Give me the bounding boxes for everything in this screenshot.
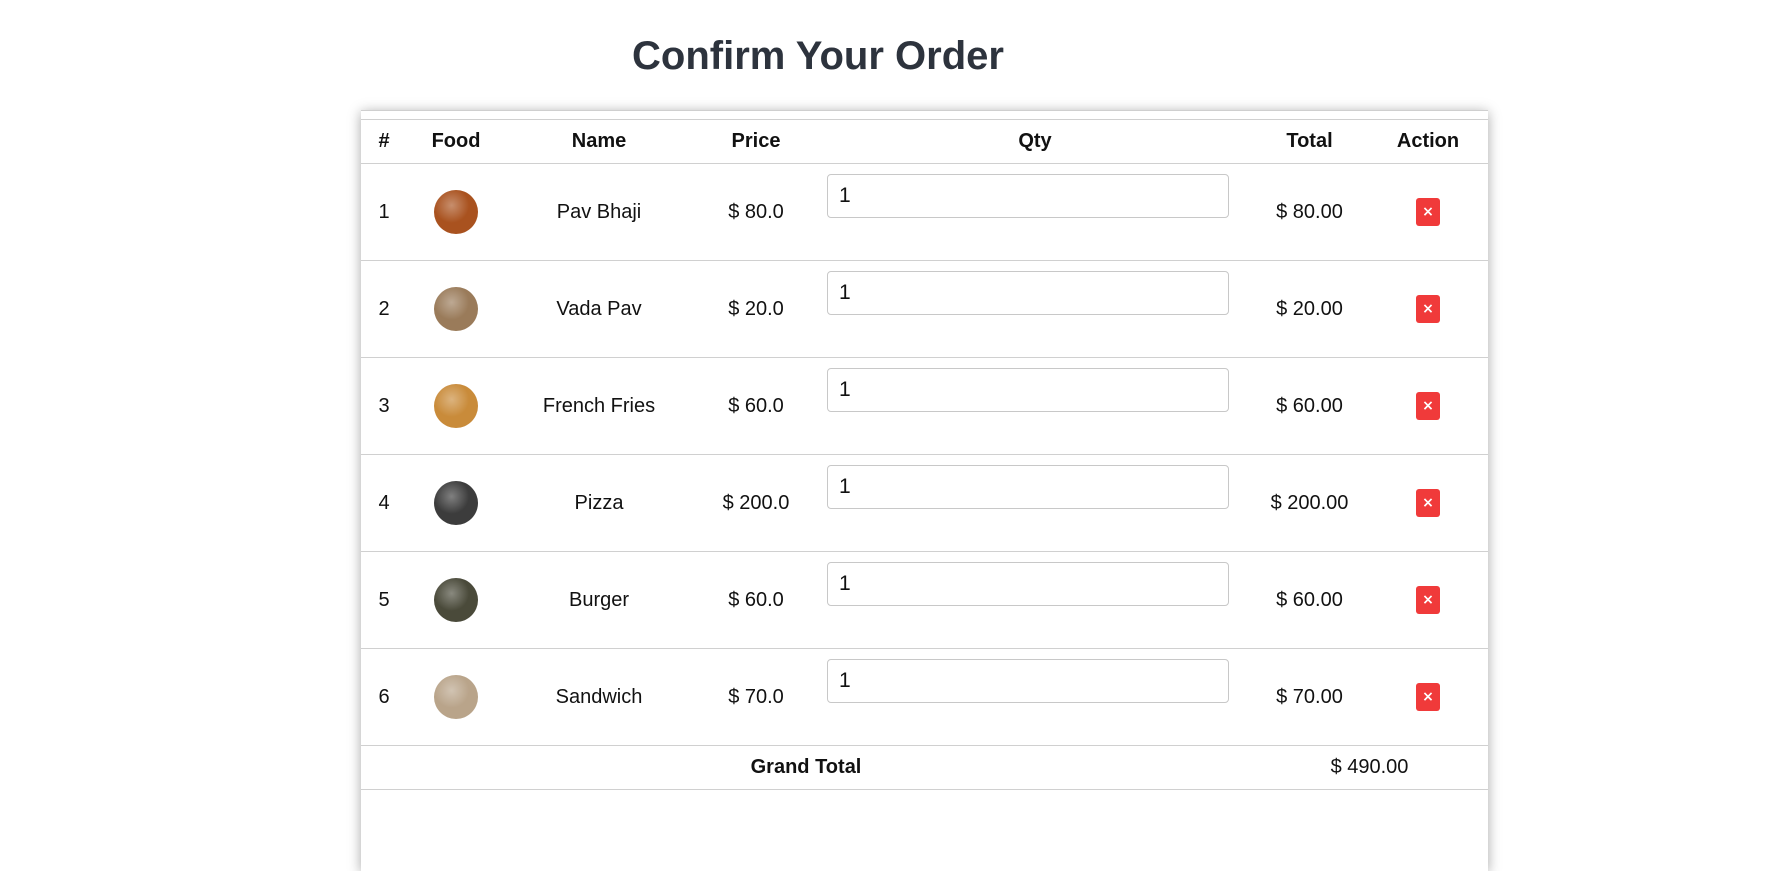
- qty-input[interactable]: [827, 271, 1229, 315]
- vada-pav-image: [434, 287, 478, 331]
- close-icon: ×: [1422, 689, 1434, 705]
- grand-total-row: Grand Total $ 490.00: [361, 745, 1488, 790]
- remove-item-button[interactable]: ×: [1416, 392, 1440, 420]
- table-row: 5 Burger $ 60.0 $ 60.00 ×: [361, 551, 1488, 649]
- order-card: # Food Name Price Qty Total Action 1 Pav…: [361, 110, 1488, 871]
- row-name: Vada Pav: [505, 260, 693, 358]
- header-total: Total: [1251, 119, 1368, 164]
- row-name: Sandwich: [505, 648, 693, 746]
- row-price: $ 200.0: [693, 454, 819, 552]
- table-row: 2 Vada Pav $ 20.0 $ 20.00 ×: [361, 260, 1488, 358]
- table-row: 6 Sandwich $ 70.0 $ 70.00 ×: [361, 648, 1488, 746]
- grand-total-label: Grand Total: [361, 745, 1251, 790]
- row-total: $ 60.00: [1251, 357, 1368, 455]
- header-name: Name: [505, 119, 693, 164]
- header-action: Action: [1368, 119, 1488, 164]
- sandwich-image: [434, 675, 478, 719]
- qty-input[interactable]: [827, 659, 1229, 703]
- burger-image: [434, 578, 478, 622]
- french-fries-image: [434, 384, 478, 428]
- close-icon: ×: [1422, 301, 1434, 317]
- row-price: $ 70.0: [693, 648, 819, 746]
- row-name: Pizza: [505, 454, 693, 552]
- qty-input[interactable]: [827, 368, 1229, 412]
- row-total: $ 200.00: [1251, 454, 1368, 552]
- remove-item-button[interactable]: ×: [1416, 489, 1440, 517]
- row-total: $ 60.00: [1251, 551, 1368, 649]
- row-price: $ 60.0: [693, 357, 819, 455]
- qty-input[interactable]: [827, 465, 1229, 509]
- row-index: 6: [361, 648, 407, 746]
- grand-total-value: $ 490.00: [1251, 745, 1488, 790]
- row-name: Burger: [505, 551, 693, 649]
- header-food: Food: [407, 119, 505, 164]
- table-header-row: # Food Name Price Qty Total Action: [361, 119, 1488, 164]
- header-price: Price: [693, 119, 819, 164]
- row-name: French Fries: [505, 357, 693, 455]
- close-icon: ×: [1422, 398, 1434, 414]
- pizza-image: [434, 481, 478, 525]
- remove-item-button[interactable]: ×: [1416, 198, 1440, 226]
- qty-input[interactable]: [827, 562, 1229, 606]
- row-total: $ 20.00: [1251, 260, 1368, 358]
- table-row: 4 Pizza $ 200.0 $ 200.00 ×: [361, 454, 1488, 552]
- row-price: $ 80.0: [693, 163, 819, 261]
- page-title: Confirm Your Order: [632, 34, 1004, 78]
- close-icon: ×: [1422, 592, 1434, 608]
- header-qty: Qty: [819, 119, 1251, 164]
- qty-input[interactable]: [827, 174, 1229, 218]
- row-total: $ 70.00: [1251, 648, 1368, 746]
- close-icon: ×: [1422, 495, 1434, 511]
- row-index: 5: [361, 551, 407, 649]
- header-index: #: [361, 119, 407, 164]
- row-price: $ 20.0: [693, 260, 819, 358]
- row-index: 4: [361, 454, 407, 552]
- remove-item-button[interactable]: ×: [1416, 295, 1440, 323]
- table-row: 3 French Fries $ 60.0 $ 60.00 ×: [361, 357, 1488, 455]
- close-icon: ×: [1422, 204, 1434, 220]
- remove-item-button[interactable]: ×: [1416, 586, 1440, 614]
- row-index: 3: [361, 357, 407, 455]
- row-price: $ 60.0: [693, 551, 819, 649]
- row-index: 2: [361, 260, 407, 358]
- row-total: $ 80.00: [1251, 163, 1368, 261]
- pav-bhaji-image: [434, 190, 478, 234]
- row-index: 1: [361, 163, 407, 261]
- table-row: 1 Pav Bhaji $ 80.0 $ 80.00 ×: [361, 163, 1488, 261]
- remove-item-button[interactable]: ×: [1416, 683, 1440, 711]
- order-table: # Food Name Price Qty Total Action 1 Pav…: [361, 119, 1488, 790]
- row-name: Pav Bhaji: [505, 163, 693, 261]
